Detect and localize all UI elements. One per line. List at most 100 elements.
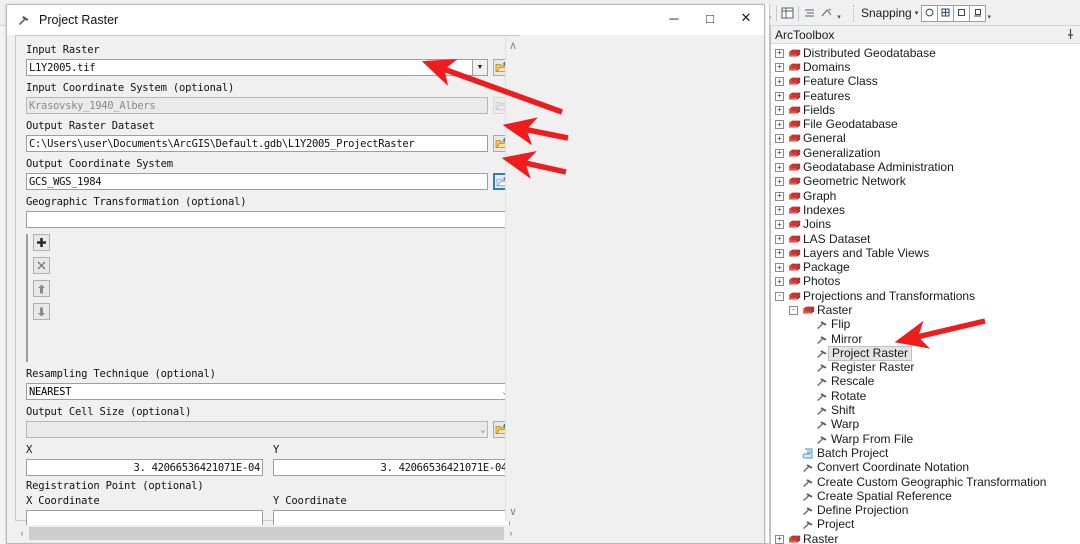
snap-end-button[interactable]: [969, 4, 987, 22]
toolbox-item-photos[interactable]: + Photos: [771, 275, 1080, 289]
toolbox-item-convert-coordinate-notation[interactable]: Convert Coordinate Notation: [771, 461, 1080, 475]
toolbox-item-generalization[interactable]: + Generalization: [771, 146, 1080, 160]
collapse-icon[interactable]: -: [789, 305, 798, 315]
toolbox-item-layers-and-table-views[interactable]: + Layers and Table Views: [771, 246, 1080, 260]
toolbox-item-graph[interactable]: + Graph: [771, 189, 1080, 203]
arctoolbox-titlebar: ArcToolbox: [771, 26, 1080, 44]
move-down-button[interactable]: [33, 303, 50, 320]
expand-icon[interactable]: +: [775, 534, 784, 544]
expand-icon[interactable]: +: [775, 191, 784, 201]
toolbox-icon: [788, 148, 803, 159]
dialog-scroll-down-icon[interactable]: ∨: [509, 505, 517, 518]
dialog-horizontal-scrollbar[interactable]: ‹ ›: [15, 525, 518, 541]
snapping-dropdown-arrow-icon[interactable]: ▾: [915, 9, 919, 17]
toolbox-item-las-dataset[interactable]: + LAS Dataset: [771, 232, 1080, 246]
input-raster-dropdown-arrow-icon[interactable]: ▼: [473, 59, 488, 76]
toolbox-item-warp-from-file[interactable]: Warp From File: [771, 432, 1080, 446]
expand-icon[interactable]: +: [775, 248, 784, 258]
geographic-transformation-input[interactable]: [26, 211, 510, 228]
dialog-minimize-button[interactable]: ─: [656, 5, 692, 31]
dialog-titlebar[interactable]: Project Raster ─ □ ✕: [7, 5, 764, 35]
expand-icon[interactable]: +: [775, 163, 784, 173]
cell-size-y-input[interactable]: 3. 42066536421071E-04: [273, 459, 510, 476]
expand-icon[interactable]: +: [775, 263, 784, 273]
resampling-technique-select[interactable]: NEAREST ⌄: [26, 383, 510, 400]
expand-icon[interactable]: +: [775, 148, 784, 158]
expand-icon[interactable]: +: [775, 91, 784, 101]
input-raster-input[interactable]: L1Y2005.tif: [26, 59, 473, 76]
toolbox-item-project-raster[interactable]: Project Raster: [771, 345, 1080, 361]
hscroll-left-icon[interactable]: ‹: [15, 528, 29, 538]
toolbox-item-fields[interactable]: + Fields: [771, 103, 1080, 117]
expand-icon[interactable]: +: [775, 62, 784, 72]
toolbox-item-domains[interactable]: + Domains: [771, 60, 1080, 74]
dialog-maximize-button[interactable]: □: [692, 5, 728, 31]
expand-icon[interactable]: +: [775, 134, 784, 144]
snapping-toolbar[interactable]: Snapping ▾ ▾: [848, 3, 993, 23]
expand-icon[interactable]: +: [775, 205, 784, 215]
toolbox-item-file-geodatabase[interactable]: + File Geodatabase: [771, 117, 1080, 131]
dialog-close-button[interactable]: ✕: [728, 5, 764, 31]
snap-point-button[interactable]: [921, 4, 939, 22]
expand-icon[interactable]: +: [775, 77, 784, 87]
toolbox-item-geodatabase-administration[interactable]: + Geodatabase Administration: [771, 160, 1080, 174]
toolbox-item-features[interactable]: + Features: [771, 89, 1080, 103]
toolbox-item-distributed-geodatabase[interactable]: + Distributed Geodatabase: [771, 46, 1080, 60]
auto-hide-pin-icon[interactable]: [1066, 28, 1075, 43]
toolbar-overflow-icon[interactable]: ▾: [835, 4, 843, 22]
output-coordinate-system-input[interactable]: GCS_WGS_1984: [26, 173, 488, 190]
hscroll-right-icon[interactable]: ›: [504, 528, 518, 538]
toolbox-item-create-custom-geographic-transformation[interactable]: Create Custom Geographic Transformation: [771, 475, 1080, 489]
arctoolbox-tree[interactable]: + Distributed Geodatabase + Domains + Feature…: [771, 44, 1080, 544]
transformation-listbox[interactable]: [26, 234, 28, 362]
expand-icon[interactable]: +: [775, 105, 784, 115]
expand-icon[interactable]: +: [775, 120, 784, 130]
expand-icon[interactable]: +: [775, 220, 784, 230]
snapping-overflow-icon[interactable]: ▾: [985, 4, 993, 22]
toolbox-item-label: Domains: [803, 59, 851, 74]
toolbox-item-register-raster[interactable]: Register Raster: [771, 361, 1080, 375]
snap-edge-button[interactable]: [937, 4, 955, 22]
collapse-icon[interactable]: -: [775, 291, 784, 301]
attributes-table-icon[interactable]: [779, 4, 796, 22]
dialog-vertical-scrollbar[interactable]: ∧ ∨: [505, 36, 520, 521]
move-up-button[interactable]: [33, 280, 50, 297]
output-raster-dataset-input[interactable]: C:\Users\user\Documents\ArcGIS\Default.g…: [26, 135, 488, 152]
toolbox-item-projections-and-transformations[interactable]: - Projections and Transformations: [771, 289, 1080, 303]
toolbox-item-mirror[interactable]: Mirror: [771, 332, 1080, 346]
toolbox-item-project[interactable]: Project: [771, 518, 1080, 532]
toolbox-item-batch-project[interactable]: Batch Project: [771, 446, 1080, 460]
toolbox-item-shift[interactable]: Shift: [771, 403, 1080, 417]
cell-size-x-input[interactable]: 3. 42066536421071E-04: [26, 459, 263, 476]
toolbox-item-define-projection[interactable]: Define Projection: [771, 504, 1080, 518]
expand-icon[interactable]: +: [775, 277, 784, 287]
toolbox-item-feature-class[interactable]: + Feature Class: [771, 75, 1080, 89]
toolbox-item-geometric-network[interactable]: + Geometric Network: [771, 175, 1080, 189]
expand-icon[interactable]: +: [775, 48, 784, 58]
expand-icon[interactable]: +: [775, 234, 784, 244]
toolbox-item-general[interactable]: + General: [771, 132, 1080, 146]
hscroll-thumb[interactable]: [29, 526, 504, 540]
snap-vertex-button[interactable]: [953, 4, 971, 22]
toolbox-item-package[interactable]: + Package: [771, 260, 1080, 274]
snapping-menu-label[interactable]: Snapping: [859, 6, 914, 20]
toolbox-item-raster[interactable]: + Raster: [771, 532, 1080, 544]
dialog-window-buttons[interactable]: ─ □ ✕: [656, 5, 764, 31]
add-button[interactable]: [33, 234, 50, 251]
toolbox-item-warp[interactable]: Warp: [771, 418, 1080, 432]
toolbox-item-raster[interactable]: - Raster: [771, 303, 1080, 317]
toolbox-icon: [788, 262, 803, 273]
remove-button[interactable]: [33, 257, 50, 274]
toolbox-item-rescale[interactable]: Rescale: [771, 375, 1080, 389]
toolbox-item-create-spatial-reference[interactable]: Create Spatial Reference: [771, 489, 1080, 503]
toolbox-item-indexes[interactable]: + Indexes: [771, 203, 1080, 217]
toolbox-item-flip[interactable]: Flip: [771, 318, 1080, 332]
create-features-icon[interactable]: +: [818, 4, 835, 22]
hammer-tool-icon: [17, 13, 33, 27]
sketch-properties-icon[interactable]: [801, 4, 818, 22]
expand-icon[interactable]: +: [775, 177, 784, 187]
toolbox-item-joins[interactable]: + Joins: [771, 218, 1080, 232]
dialog-scroll-up-icon[interactable]: ∧: [509, 39, 517, 52]
toolbox-item-rotate[interactable]: Rotate: [771, 389, 1080, 403]
